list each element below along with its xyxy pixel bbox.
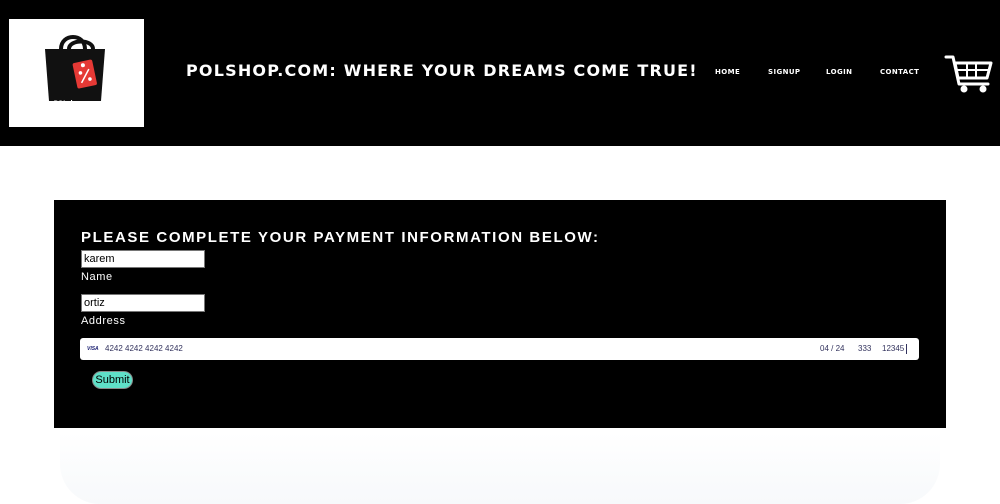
address-label: Address [81,315,126,327]
name-input[interactable] [81,250,205,268]
payment-title: PLEASE COMPLETE YOUR PAYMENT INFORMATION… [81,229,600,246]
submit-button[interactable]: Submit [92,371,133,389]
card-input[interactable]: VISA 4242 4242 4242 4242 04 / 24 333 123… [80,338,919,360]
text-cursor [906,344,907,354]
nav-home[interactable]: HOME [715,68,740,76]
payment-form: PLEASE COMPLETE YOUR PAYMENT INFORMATION… [54,200,946,428]
nav-contact[interactable]: CONTACT [880,68,919,76]
card-cvc[interactable]: 333 [858,344,871,353]
site-title: POLSHOP.COM: WHERE YOUR DREAMS COME TRUE… [186,61,698,80]
card-expiry[interactable]: 04 / 24 [820,344,844,353]
site-header: POLshop.com POLSHOP.COM: WHERE YOUR DREA… [0,0,1000,146]
address-input[interactable] [81,294,205,312]
card-number[interactable]: 4242 4242 4242 4242 [105,344,183,353]
name-label: Name [81,271,113,283]
cart-icon[interactable] [944,54,994,94]
nav-login[interactable]: LOGIN [826,68,852,76]
visa-card-icon: VISA [87,346,99,352]
shopping-bag-icon [45,35,105,101]
logo[interactable]: POLshop.com [9,19,144,127]
page-footer-shadow [60,432,940,504]
card-zip[interactable]: 12345 [882,344,904,353]
nav-signup[interactable]: SIGNUP [768,68,800,76]
